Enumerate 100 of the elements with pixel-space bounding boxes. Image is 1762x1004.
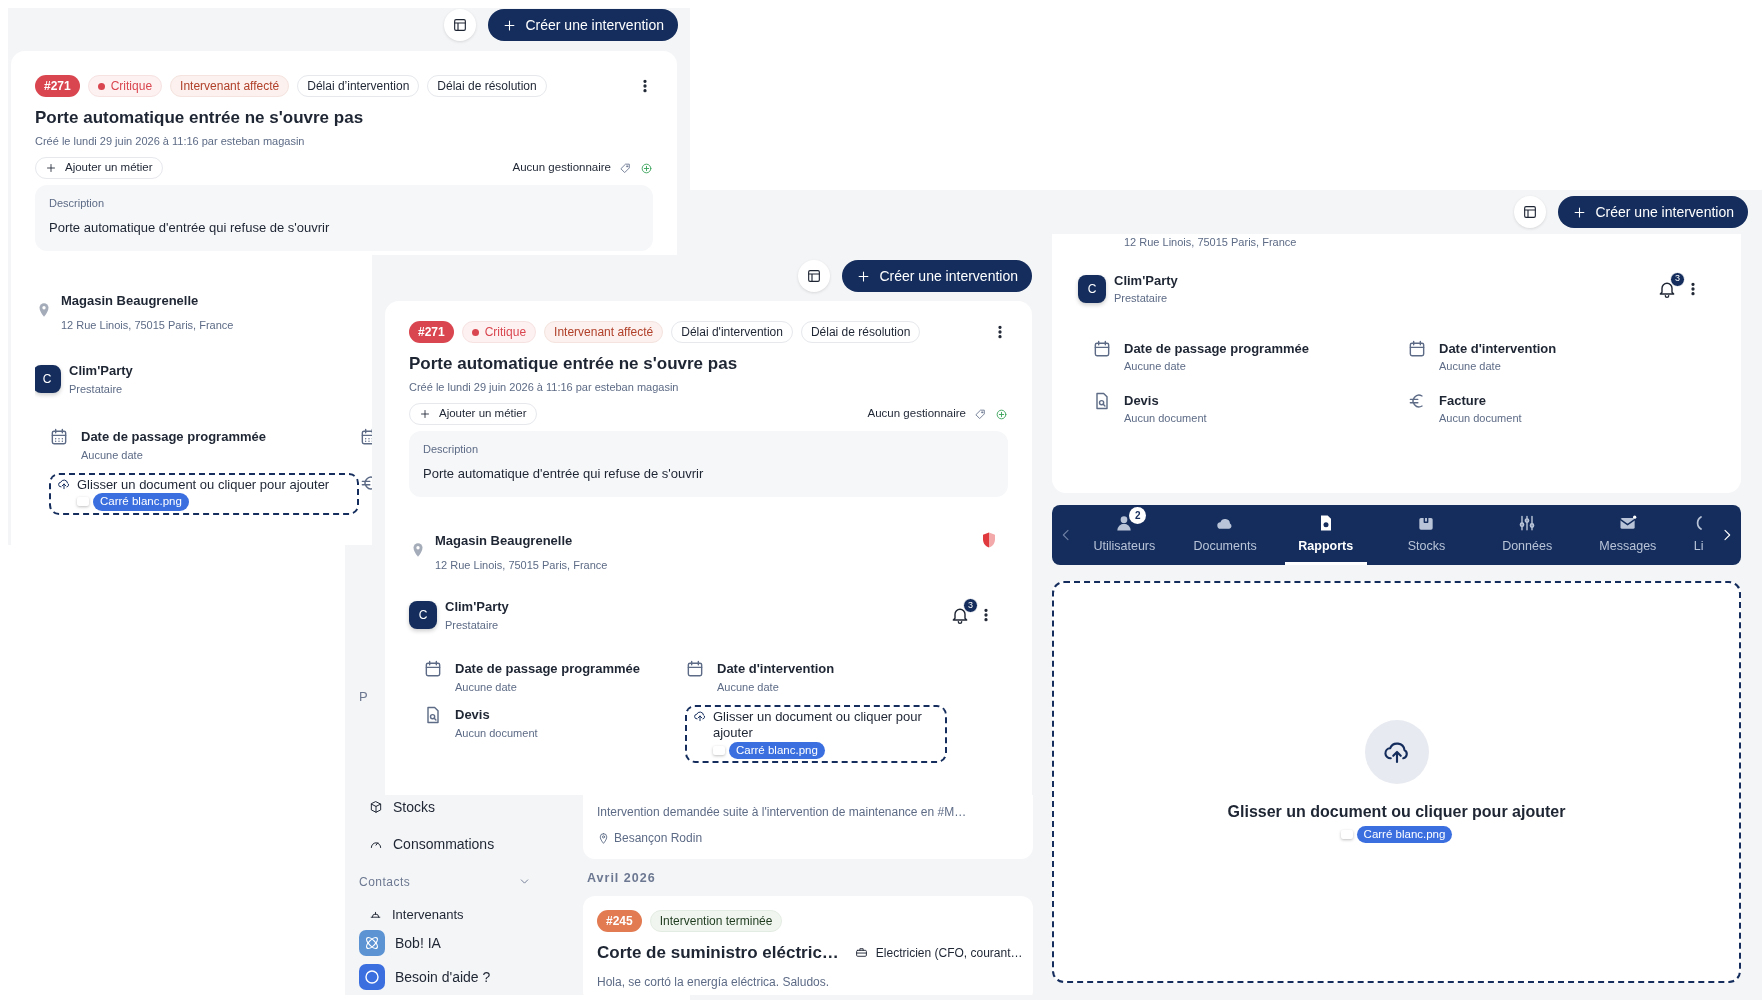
upload-dropzone[interactable]: Glisser un document ou cliquer pour ajouter Carré blanc.png xyxy=(49,473,359,515)
plus-icon xyxy=(502,17,518,33)
description-label: Description xyxy=(49,196,106,211)
provider-name: Clim'Party xyxy=(69,362,133,380)
add-trade-button[interactable]: Ajouter un métier xyxy=(409,403,537,425)
field-value: Aucun document xyxy=(1124,411,1207,426)
drag-preview xyxy=(1340,830,1353,839)
nav-tab[interactable]: Documents xyxy=(1184,504,1267,565)
sidebar-item[interactable]: Stocks xyxy=(369,796,581,818)
footer-link[interactable]: Besoin d'aide ? xyxy=(359,964,581,990)
provider-role: Prestataire xyxy=(1114,291,1169,306)
create-intervention-button[interactable]: Créer une intervention xyxy=(1558,196,1748,228)
dragged-file-label: Carré blanc.png xyxy=(93,493,189,511)
notification-count: 3 xyxy=(963,598,978,613)
intervention-title: Porte automatique entrée ne s'ouvre pas xyxy=(409,353,739,375)
nav-tab[interactable]: Données xyxy=(1486,504,1569,565)
field-label: Date d'intervention xyxy=(717,660,835,678)
plus-icon xyxy=(45,162,57,174)
ticket-number-badge: #271 xyxy=(35,75,80,97)
plus-icon xyxy=(856,268,872,284)
add-trade-button[interactable]: Ajouter un métier xyxy=(35,157,163,179)
calendar-icon xyxy=(49,427,69,447)
sidebar-item[interactable]: Intervenants xyxy=(369,904,581,924)
field-label: Devis xyxy=(455,706,491,724)
description-text: Porte automatique d'entrée qui refuse de s'ouvrir xyxy=(49,218,331,237)
priority-badge: Critique xyxy=(87,75,163,97)
site-address: 12 Rue Linois, 75015 Paris, France xyxy=(435,557,608,573)
section-header[interactable]: Contacts xyxy=(359,872,531,891)
upload-icon xyxy=(693,709,707,723)
status-badge: Intervenant affecté xyxy=(544,321,664,343)
card-description: Intervention demandée suite à l'intervention de maintenance en #M… xyxy=(597,804,968,821)
tag-icon[interactable] xyxy=(974,407,987,421)
trade-label: Electricien (CFO, courant… xyxy=(875,944,1023,962)
description-text: Porte automatique d'entrée qui refuse de s'ouvrir xyxy=(423,464,705,483)
layout-toggle-button[interactable] xyxy=(1514,196,1547,228)
add-manager-icon[interactable] xyxy=(995,407,1008,421)
created-info: Créé le lundi 29 juin 2026 à 11:16 par esteban magasin xyxy=(35,133,306,149)
dropzone-text: Glisser un document ou cliquer pour ajouter xyxy=(713,709,923,742)
intervention-title: Porte automatique entrée ne s'ouvre pas xyxy=(35,107,365,129)
field-value: Aucune date xyxy=(1124,359,1187,374)
upload-dropzone[interactable]: Glisser un document ou cliquer pour ajouter Carré blanc.png xyxy=(685,705,947,763)
calendar-icon xyxy=(685,659,705,679)
add-manager-icon[interactable] xyxy=(640,161,653,175)
tab-count-badge: 2 xyxy=(1129,506,1147,524)
upload-dropzone[interactable]: Glisser un document ou cliquer pour ajouter Carré blanc.png xyxy=(1052,580,1741,983)
field-label: Devis xyxy=(1124,391,1160,410)
nav-tab[interactable]: Rapports xyxy=(1284,504,1367,565)
field-label: Date d'intervention xyxy=(1439,339,1557,358)
field-value: Aucune date xyxy=(81,447,144,463)
sidebar-item[interactable]: Consommations xyxy=(369,833,581,855)
field-value: Aucune date xyxy=(1439,359,1502,374)
table-icon xyxy=(806,268,823,284)
description-label: Description xyxy=(423,442,480,457)
ticket-number-badge: #271 xyxy=(409,321,454,343)
location-pin-icon xyxy=(597,831,610,845)
field-label: Date de passage programmée xyxy=(1124,339,1309,358)
dragged-file-label: Carré blanc.png xyxy=(729,741,825,759)
shield-icon xyxy=(980,531,998,549)
intervention-title: Corte de suministro eléctric… xyxy=(597,941,839,964)
tag-icon[interactable] xyxy=(619,161,632,175)
manager-label: Aucun gestionnaire xyxy=(867,406,966,422)
upload-icon xyxy=(57,477,71,491)
field-label: Facture xyxy=(1439,391,1487,410)
nav-tab[interactable]: Li xyxy=(1687,504,1710,565)
field-value: Aucune date xyxy=(717,679,780,695)
footer-link[interactable]: Bob! IA xyxy=(359,930,581,956)
intervention-card[interactable]: Intervention demandée suite à l'intervention de maintenance en #M… Besançon Rodin xyxy=(583,795,1033,859)
field-value: Aucune date xyxy=(455,679,518,695)
field-value: Aucun document xyxy=(1439,411,1522,426)
table-icon xyxy=(1522,204,1539,220)
create-intervention-button[interactable]: Créer une intervention xyxy=(842,260,1032,292)
plus-icon xyxy=(1572,204,1588,220)
drag-preview xyxy=(77,497,89,507)
nav-tab[interactable]: Stocks xyxy=(1385,504,1468,565)
sidebar-icon xyxy=(369,800,383,814)
provider-role: Prestataire xyxy=(69,381,124,397)
priority-badge: Critique xyxy=(461,321,537,343)
field-label: Date de passage programmée xyxy=(81,428,266,446)
dropzone-text: Glisser un document ou cliquer pour ajouter xyxy=(77,477,330,494)
table-icon xyxy=(452,17,469,33)
notification-count: 3 xyxy=(1670,271,1685,287)
layout-toggle-button[interactable] xyxy=(798,260,831,292)
create-intervention-button[interactable]: Créer une intervention xyxy=(488,9,678,41)
deadline-badge: Délai de résolution xyxy=(800,321,921,343)
nav-tab[interactable]: Messages xyxy=(1586,504,1669,565)
nav-tab[interactable]: Utilisateurs 2 xyxy=(1083,504,1166,565)
site-address: 12 Rue Linois, 75015 Paris, France xyxy=(1124,235,1298,250)
month-heading: Avril 2026 xyxy=(587,870,657,887)
provider-name: Clim'Party xyxy=(445,598,509,616)
layout-toggle-button[interactable] xyxy=(444,9,477,41)
plus-icon xyxy=(419,408,431,420)
calendar-icon xyxy=(423,659,443,679)
provider-role: Prestataire xyxy=(445,617,500,633)
calendar-icon xyxy=(1092,338,1112,359)
provider-avatar: C xyxy=(409,601,437,629)
atom-icon xyxy=(359,930,385,956)
intervention-card[interactable]: #245 Intervention terminée Corte de suministro eléctric… Electricien (CFO, courant… Hola, se cortó la energía eléctrica. Saludos. xyxy=(583,895,1033,995)
dropzone-text: Glisser un document ou cliquer pour ajouter xyxy=(1227,801,1566,822)
card-location: Besançon Rodin xyxy=(614,830,703,847)
card-description: Hola, se cortó la energía eléctrica. Saludos. xyxy=(597,974,831,992)
